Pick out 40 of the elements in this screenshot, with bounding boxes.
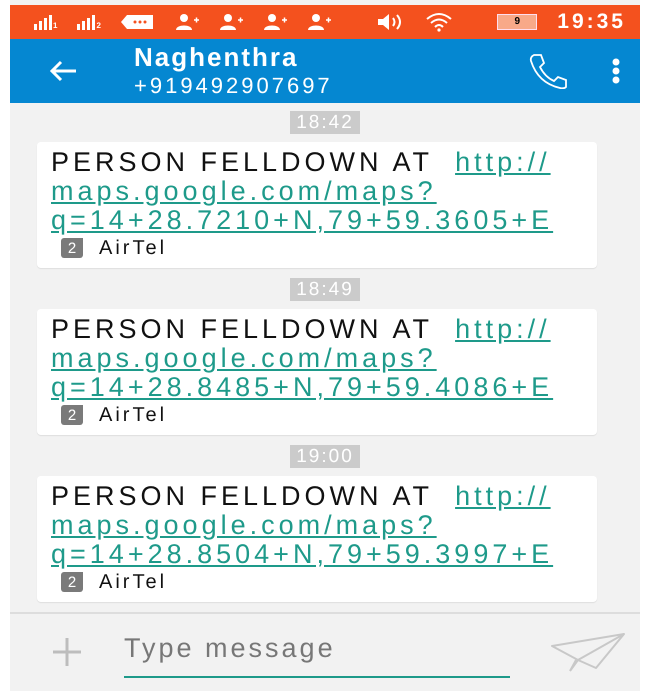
message-text: PERSON FELLDOWN AT	[51, 482, 434, 511]
message-link[interactable]: q=14+28.7210+N,79+59.3605+E	[51, 206, 554, 235]
back-button[interactable]	[48, 58, 78, 83]
message-link[interactable]: http://	[455, 482, 551, 511]
battery-level: 9	[514, 16, 520, 28]
person-add-icon	[262, 12, 287, 31]
wifi-icon	[425, 12, 454, 32]
sim-slot-number: 1	[53, 20, 58, 30]
message-text: PERSON FELLDOWN AT	[51, 148, 434, 177]
status-time: 19:35	[557, 10, 626, 34]
message-link[interactable]: http://	[455, 314, 551, 344]
phone-icon	[528, 52, 568, 89]
message-link[interactable]: http://	[455, 148, 551, 177]
person-add-icon	[174, 12, 199, 31]
message-link[interactable]: maps.google.com/maps?	[51, 510, 437, 540]
sim-slot-number: 2	[96, 20, 101, 30]
more-vert-icon	[612, 58, 620, 84]
message-link[interactable]: maps.google.com/maps?	[51, 176, 437, 206]
message-link[interactable]: q=14+28.8504+N,79+59.3997+E	[51, 540, 554, 569]
person-add-icon	[218, 12, 243, 31]
message-input[interactable]: Type message	[124, 626, 510, 678]
signal-icon	[34, 14, 52, 30]
person-add-icon	[306, 12, 331, 31]
back-arrow-icon	[48, 58, 78, 83]
message-link[interactable]: maps.google.com/maps?	[51, 344, 437, 373]
message-text: PERSON FELLDOWN AT	[51, 314, 434, 344]
message-link[interactable]: q=14+28.8485+N,79+59.4086+E	[51, 372, 554, 402]
signal-icon	[77, 14, 96, 30]
contact-name: Naghenthra	[134, 42, 300, 72]
carrier-name: AirTel	[99, 404, 168, 427]
call-button[interactable]	[528, 52, 568, 89]
sim-badge: 2	[61, 405, 83, 426]
send-icon	[550, 632, 626, 672]
more-options-button[interactable]	[612, 58, 620, 84]
carrier-name: AirTel	[99, 236, 168, 260]
sim-badge: 2	[61, 238, 83, 258]
sim-badge: 2	[61, 572, 83, 592]
contact-number: +919492907697	[134, 72, 334, 100]
carrier-name: AirTel	[99, 570, 168, 594]
message-icon	[120, 12, 155, 31]
